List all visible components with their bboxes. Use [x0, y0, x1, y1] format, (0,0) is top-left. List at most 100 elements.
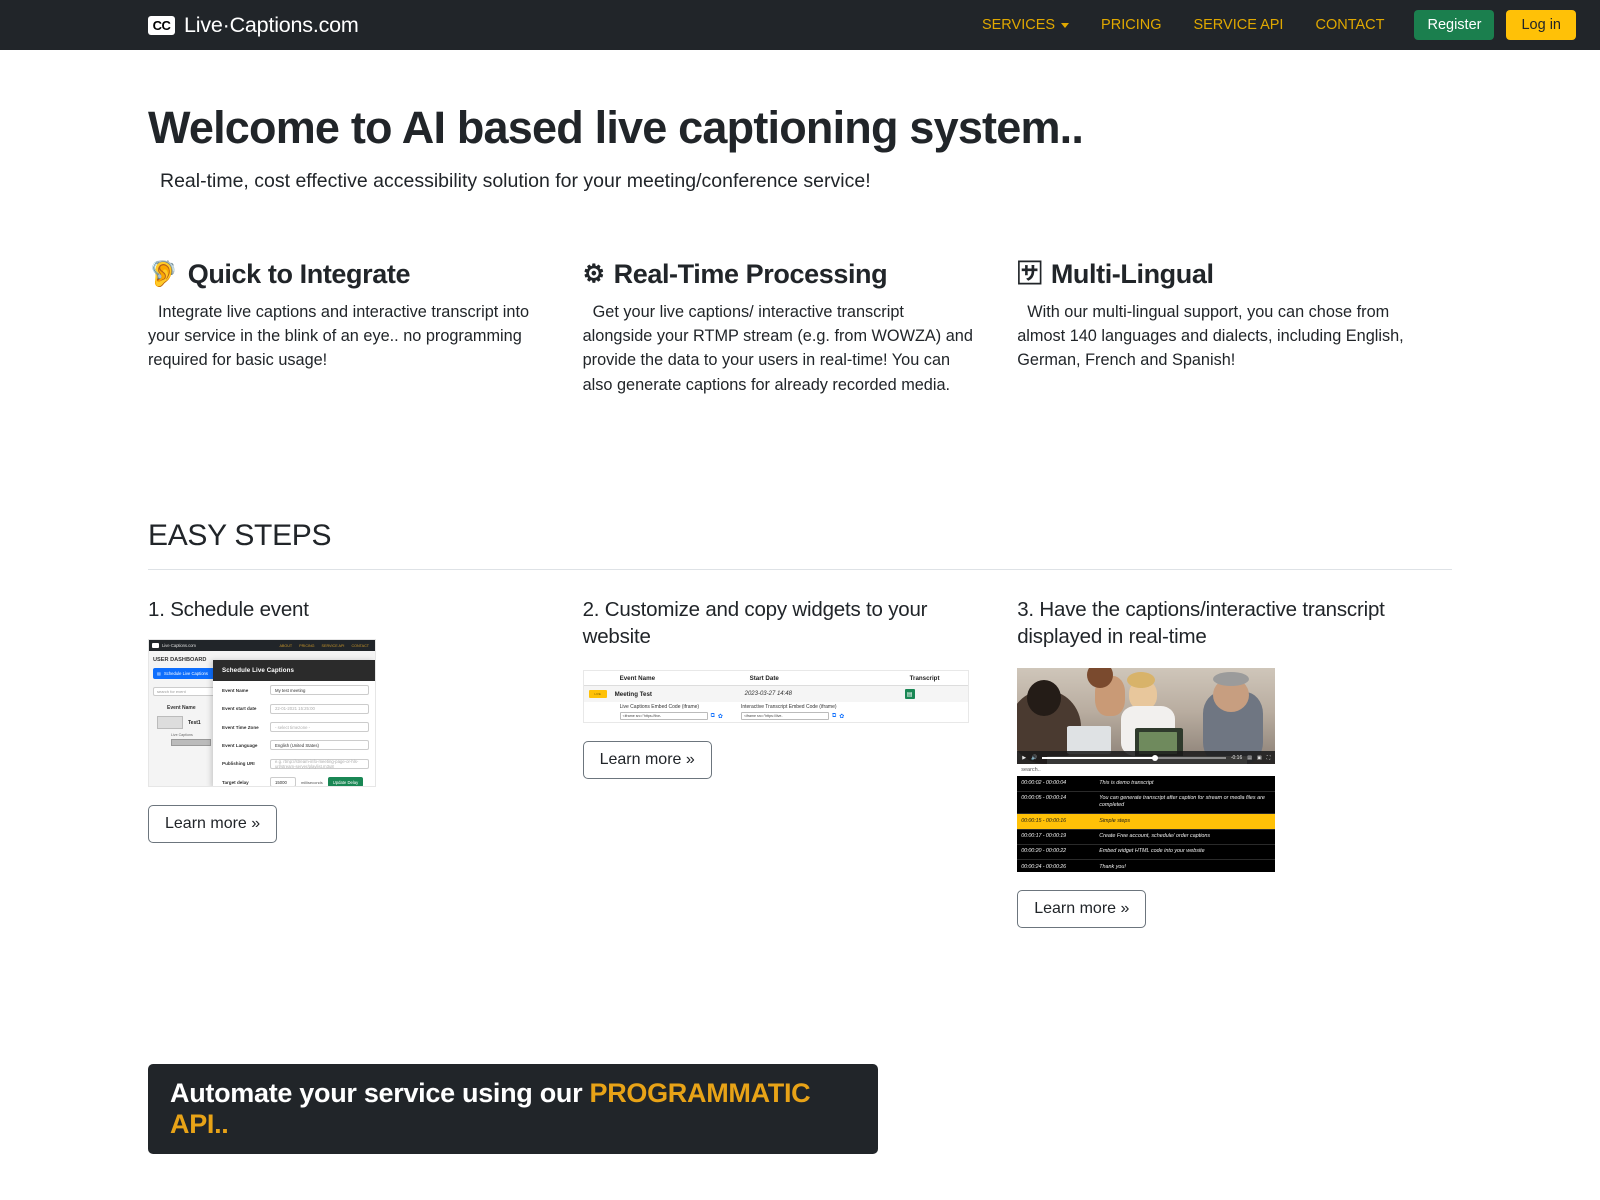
- transcript-line[interactable]: 00:00:24 - 00:00:26 Thank you!: [1017, 860, 1275, 872]
- hero-section: Welcome to AI based live captioning syst…: [148, 50, 1452, 193]
- programmatic-api-banner[interactable]: Automate your service using our PROGRAMM…: [148, 1064, 878, 1155]
- step-2-screenshot[interactable]: Event Name Start Date Transcript LIVE Me…: [582, 670, 969, 724]
- thumb2-embed-0-label: Live Captions Embed Code (iframe): [619, 704, 700, 711]
- top-navbar: CC Live·Captions.com SERVICES PRICING SE…: [0, 0, 1600, 50]
- thumb1-cc-icon: [152, 643, 159, 649]
- thumb1-field-target-delay: Target delay 15000 milliseconds Update D…: [213, 773, 375, 787]
- thumb1-field-0-label: Event Name: [222, 687, 249, 693]
- copy-icon: ⧉: [710, 712, 715, 719]
- login-button[interactable]: Log in: [1506, 10, 1576, 40]
- thumb1-modal: Schedule Live Captions Event Name My tes…: [213, 660, 375, 787]
- nav-right-group: SERVICES PRICING SERVICE API CONTACT Reg…: [966, 9, 1576, 41]
- feature-multi-lingual: 🈂 Multi-Lingual With our multi-lingual s…: [1017, 259, 1452, 397]
- time-remaining: -0:16: [1230, 754, 1243, 761]
- thumb1-brand: Live·Captions.com: [162, 643, 196, 649]
- thumb1-field-0-input: My test meeting: [270, 685, 369, 696]
- thumb1-field-3-input: English (United States): [270, 740, 369, 751]
- transcript-line-active[interactable]: 00:00:15 - 00:00:16 Simple steps: [1017, 814, 1276, 830]
- thumb1-calendar-icon: ▤: [157, 671, 161, 677]
- section-divider: [148, 568, 1452, 570]
- thumb1-field-1-input: 22-01-2021 15:25:00: [270, 703, 369, 714]
- thumb1-row-thumbnail: [157, 716, 183, 730]
- thumb2-embed-0-row: <iframe src="https://live- ⧉ ✿: [619, 712, 723, 721]
- easy-steps-section: EASY STEPS 1. Schedule event Live·Captio…: [148, 519, 1452, 929]
- nav-item-contact[interactable]: CONTACT: [1299, 9, 1400, 41]
- register-button[interactable]: Register: [1414, 10, 1495, 40]
- transcript-line[interactable]: 00:00:05 - 00:00:14 You can generate tra…: [1017, 792, 1276, 815]
- nav-item-pricing-label: PRICING: [1101, 17, 1162, 33]
- transcript-line-text: Thank you!: [1099, 863, 1126, 870]
- step-1: 1. Schedule event Live·Captions.com ABOU…: [148, 596, 583, 929]
- thumb1-nav-contact: CONTACT: [351, 643, 369, 648]
- easy-steps-heading: EASY STEPS: [148, 518, 332, 552]
- feature-1-heading: 🦻 Quick to Integrate: [148, 259, 539, 290]
- feature-3-body: With our multi-lingual support, you can …: [1017, 302, 1404, 370]
- progress-knob[interactable]: [1152, 754, 1159, 761]
- transcript-line-text: Create Free account, schedule/ order cap…: [1099, 833, 1211, 840]
- thumb1-body: USER DASHBOARD ▤ Schedule Live Captions …: [149, 651, 375, 787]
- thumb1-schedule-button-label: Schedule Live Captions: [163, 671, 208, 677]
- thumb1-target-delay-input: 15000: [270, 777, 296, 787]
- transcript-line-time: 00:00:15 - 00:00:16: [1021, 817, 1067, 824]
- step-3-screenshot[interactable]: ▶ 🔊 -0:16 ▤ ▣ ⛶ search.. 00:00:02 - 00:0…: [1017, 668, 1276, 873]
- thumb1-field-language: Event Language English (United States): [213, 736, 375, 754]
- thumb2-col-start-date: Start Date: [749, 674, 779, 682]
- step-1-learn-more-button[interactable]: Learn more »: [148, 805, 278, 844]
- nav-item-service-api-label: SERVICE API: [1193, 17, 1284, 33]
- play-icon[interactable]: ▶: [1022, 755, 1026, 761]
- thumb2-embed-0-input: <iframe src="https://live-: [619, 712, 708, 721]
- steps-grid: 1. Schedule event Live·Captions.com ABOU…: [148, 596, 1452, 929]
- thumb2-live-badge: LIVE: [588, 690, 607, 699]
- settings-icon: ✿: [839, 713, 845, 720]
- nav-item-services-label: SERVICES: [981, 17, 1056, 33]
- hero-subtitle: Real-time, cost effective accessibility …: [160, 169, 871, 192]
- thumb1-field-4-label: Publishing URI: [222, 761, 255, 767]
- thumb1-modal-title: Schedule Live Captions: [213, 660, 375, 682]
- nav-item-pricing[interactable]: PRICING: [1085, 9, 1177, 41]
- nav-item-contact-label: CONTACT: [1315, 17, 1385, 33]
- thumb1-navbar: Live·Captions.com ABOUT PRICING SERVICE …: [149, 640, 375, 652]
- features-section: 🦻 Quick to Integrate Integrate live capt…: [148, 259, 1452, 397]
- settings-icon[interactable]: ▣: [1257, 755, 1262, 761]
- transcript-line-time: 00:00:24 - 00:00:26: [1021, 863, 1067, 870]
- thumb1-update-delay-button: Update Delay: [327, 777, 364, 787]
- thumb1-target-delay-label: Target delay: [222, 779, 249, 785]
- thumb1-nav-api: SERVICE API: [321, 643, 345, 648]
- settings-icon: ✿: [717, 713, 723, 720]
- transcript-line[interactable]: 00:00:17 - 00:00:19 Create Free account,…: [1017, 830, 1276, 845]
- volume-icon[interactable]: 🔊: [1031, 755, 1037, 761]
- thumb1-nav-pricing: PRICING: [299, 643, 315, 648]
- progress-slider[interactable]: [1042, 754, 1226, 761]
- feature-real-time-processing: ⚙ Real-Time Processing Get your live cap…: [583, 259, 1018, 397]
- brand-logo-link[interactable]: CC Live·Captions.com: [148, 13, 359, 38]
- thumb2-start-date: 2023-03-27 14:48: [744, 691, 792, 698]
- brand-name: Live·Captions.com: [184, 12, 359, 37]
- transcript-line-text: You can generate transcript after captio…: [1099, 795, 1265, 809]
- thumb1-field-1-label: Event start date: [222, 706, 257, 712]
- page-content: Welcome to AI based live captioning syst…: [0, 50, 1600, 1155]
- chevron-down-icon: [1061, 22, 1070, 28]
- step-1-screenshot[interactable]: Live·Captions.com ABOUT PRICING SERVICE …: [148, 639, 376, 788]
- thumb3-search-input[interactable]: search..: [1017, 764, 1276, 777]
- nav-item-service-api[interactable]: SERVICE API: [1177, 9, 1299, 41]
- thumb1-target-delay-unit: milliseconds: [301, 779, 323, 785]
- thumb2-embed-interactive-transcript: Interactive Transcript Embed Code (ifram…: [740, 704, 845, 721]
- transcript-line[interactable]: 00:00:20 - 00:00:22 Embed widget HTML co…: [1017, 845, 1276, 861]
- thumb3-video-controls[interactable]: ▶ 🔊 -0:16 ▤ ▣ ⛶: [1017, 751, 1276, 765]
- transcript-line[interactable]: 00:00:02 - 00:00:04 This is demo transcr…: [1017, 776, 1276, 792]
- api-banner-text: Automate your service using our: [170, 1078, 590, 1109]
- step-2-learn-more-button[interactable]: Learn more »: [582, 741, 712, 780]
- hearing-ear-icon: 🦻: [148, 259, 179, 288]
- thumb2-embed-1-label: Interactive Transcript Embed Code (ifram…: [740, 704, 837, 711]
- step-3-learn-more-button[interactable]: Learn more »: [1017, 890, 1147, 929]
- transcript-line-text: Simple steps: [1099, 817, 1131, 824]
- feature-1-title: Quick to Integrate: [187, 258, 411, 289]
- captions-icon[interactable]: ▤: [1247, 755, 1252, 761]
- thumb1-row-name: Test1: [188, 719, 201, 726]
- thumb1-field-timezone: Event Time Zone - select timezone -: [213, 718, 375, 736]
- feature-quick-to-integrate: 🦻 Quick to Integrate Integrate live capt…: [148, 259, 583, 397]
- document-icon: ▤: [904, 689, 915, 700]
- thumb1-field-event-name: Event Name My test meeting: [213, 681, 375, 699]
- fullscreen-icon[interactable]: ⛶: [1267, 755, 1271, 761]
- nav-item-services[interactable]: SERVICES: [966, 9, 1085, 41]
